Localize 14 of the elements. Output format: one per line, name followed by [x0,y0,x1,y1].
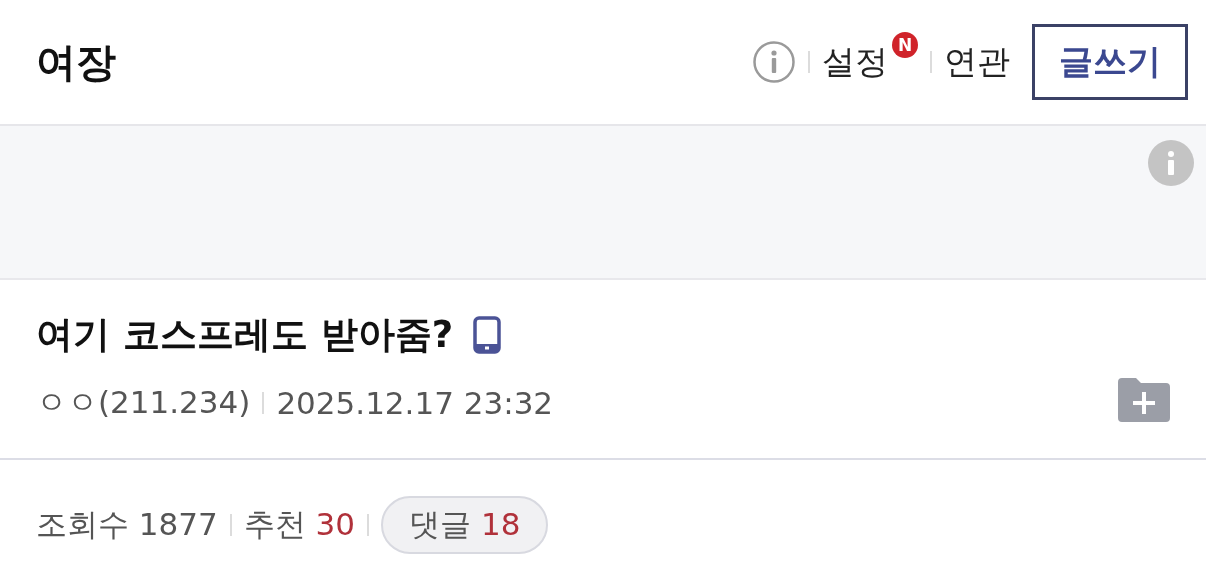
stat-text: 추천 30 [243,505,356,544]
author-name[interactable]: ㅇㅇ(211.234) [36,382,251,424]
post-date: 2025.12.17 23:32 [276,385,554,421]
write-button[interactable]: 글쓰기 [1032,24,1188,100]
gallery-title: 여장 [36,37,116,87]
nav-link[interactable]: 연관 [944,39,1010,85]
post-title: 여기 코스프레도 받아줌? [36,312,454,358]
info-icon[interactable] [752,40,796,84]
new-badge: N [892,32,918,58]
stat-text: 조회수 1877 [36,505,218,544]
comment-count-button[interactable]: 댓글 18 [381,496,549,554]
nav-link[interactable]: 설정 [822,39,888,85]
folder-plus-icon[interactable] [1118,378,1170,422]
info-icon[interactable] [1148,140,1194,186]
